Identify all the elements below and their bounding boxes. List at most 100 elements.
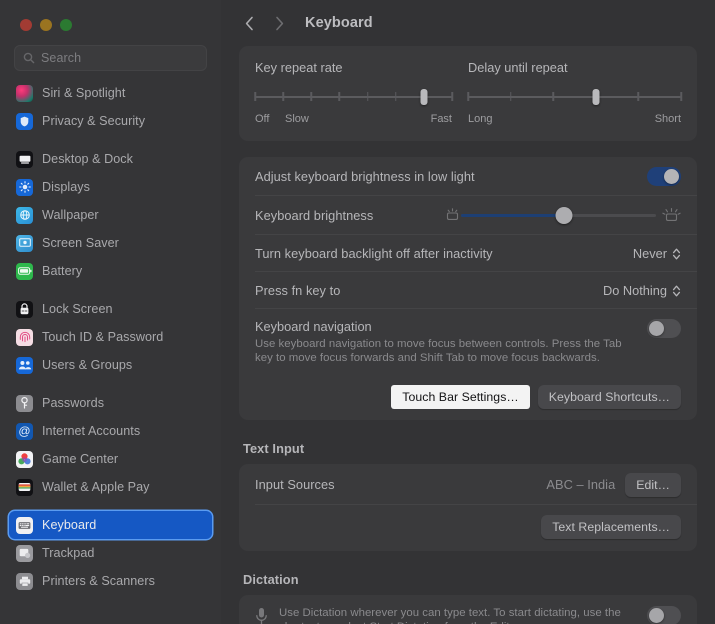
sidebar-item-passwords[interactable]: Passwords xyxy=(9,389,212,417)
row-adjust-brightness: Adjust keyboard brightness in low light xyxy=(239,157,697,196)
sidebar-item-label: Lock Screen xyxy=(42,302,113,316)
chevron-up-down-icon xyxy=(672,248,681,259)
sidebar-item-touch-id-password[interactable]: Touch ID & Password xyxy=(9,323,212,351)
displays-icon xyxy=(16,178,33,196)
passwords-icon xyxy=(16,394,33,412)
sidebar-item-label: Battery xyxy=(42,264,83,278)
chevron-right-icon xyxy=(275,16,283,30)
search-icon xyxy=(23,52,35,64)
sidebar-item-wallpaper[interactable]: Wallpaper xyxy=(9,201,212,229)
sidebar-item-label: Game Center xyxy=(42,452,119,466)
internet-accounts-icon: @ xyxy=(16,422,33,440)
privacy-security-icon xyxy=(16,112,33,130)
slider-tick xyxy=(509,92,512,101)
sidebar-item-privacy-security[interactable]: Privacy & Security xyxy=(9,107,212,135)
slider-knob[interactable] xyxy=(420,89,428,105)
key-repeat-rate-label: Key repeat rate xyxy=(255,60,343,75)
slider-knob[interactable] xyxy=(555,206,573,224)
toggle-knob xyxy=(649,608,664,623)
key-repeat-rate-slider[interactable] xyxy=(254,89,453,105)
sidebar-item-printers-scanners[interactable]: Printers & Scanners xyxy=(9,567,212,595)
row-backlight-off: Turn keyboard backlight off after inacti… xyxy=(239,235,697,272)
sidebar-item-label: Users & Groups xyxy=(42,358,133,372)
row-fn-key: Press fn key to Do Nothing xyxy=(239,272,697,309)
edit-input-sources-button[interactable]: Edit… xyxy=(625,472,681,497)
touch-bar-settings-button[interactable]: Touch Bar Settings… xyxy=(391,385,530,409)
sidebar-item-siri-spotlight[interactable]: Siri & Spotlight xyxy=(9,79,212,107)
keyboard-brightness-label: Keyboard brightness xyxy=(255,208,374,223)
keyboard-options-card: Adjust keyboard brightness in low light … xyxy=(239,157,697,420)
page-title: Keyboard xyxy=(305,15,373,31)
search-input[interactable]: Search xyxy=(14,45,207,71)
sidebar-group: Passwords @ Internet Accounts Game Center Wa… xyxy=(9,389,212,511)
sidebar-item-label: Passwords xyxy=(42,396,105,410)
backlight-off-popup[interactable]: Never xyxy=(633,246,681,261)
forward-button[interactable] xyxy=(266,10,292,36)
sidebar-item-lock-screen[interactable]: Lock Screen xyxy=(9,295,212,323)
sidebar-item-trackpad[interactable]: Trackpad xyxy=(9,539,212,567)
delay-until-repeat-slider[interactable] xyxy=(467,89,682,105)
sidebar-item-label: Trackpad xyxy=(42,546,95,560)
delay-until-repeat-label: Delay until repeat xyxy=(468,60,568,75)
back-button[interactable] xyxy=(236,10,262,36)
sidebar-item-displays[interactable]: Displays xyxy=(9,173,212,201)
sidebar-item-label: Printers & Scanners xyxy=(42,574,155,588)
main-pane: Keyboard Key repeat rate Off Slow Fast D… xyxy=(221,0,715,624)
sidebar-item-label: Keyboard xyxy=(42,518,97,532)
slider-knob[interactable] xyxy=(592,89,600,105)
slider-tick xyxy=(282,92,284,101)
sidebar: Search Siri & Spotlight Privacy & Securit… xyxy=(0,0,221,624)
sidebar-item-label: Internet Accounts xyxy=(42,424,141,438)
sidebar-item-keyboard[interactable]: Keyboard xyxy=(9,511,212,539)
brightness-high-icon xyxy=(662,207,681,221)
keyboard-navigation-label: Keyboard navigation xyxy=(255,319,372,334)
slider-tick xyxy=(637,92,640,101)
sidebar-item-screen-saver[interactable]: Screen Saver xyxy=(9,229,212,257)
sidebar-nav[interactable]: Siri & Spotlight Privacy & Security Deskto… xyxy=(0,79,221,624)
slider-tick xyxy=(451,92,453,101)
dictation-toggle[interactable] xyxy=(647,606,681,624)
toggle-knob xyxy=(664,169,679,184)
printers-scanners-icon xyxy=(16,572,33,590)
battery-icon xyxy=(16,262,33,280)
sidebar-item-internet-accounts[interactable]: @ Internet Accounts xyxy=(9,417,212,445)
slider-track xyxy=(468,96,681,98)
slider-tick xyxy=(680,92,682,101)
sidebar-item-label: Wallpaper xyxy=(42,208,99,222)
keyboard-navigation-toggle[interactable] xyxy=(647,319,681,338)
settings-content: Key repeat rate Off Slow Fast Delay unti… xyxy=(221,46,715,624)
slider-tick xyxy=(338,92,341,101)
keyboard-brightness-slider[interactable] xyxy=(461,206,656,226)
row-keyboard-navigation: Keyboard navigation Use keyboard navigat… xyxy=(239,309,697,376)
caption-long: Long xyxy=(468,113,493,125)
row-keyboard-brightness: Keyboard brightness xyxy=(239,196,697,235)
input-sources-label: Input Sources xyxy=(255,477,335,492)
microphone-icon xyxy=(256,608,267,624)
sidebar-item-label: Screen Saver xyxy=(42,236,119,250)
sidebar-item-game-center[interactable]: Game Center xyxy=(9,445,212,473)
adjust-brightness-toggle[interactable] xyxy=(647,167,681,186)
sidebar-item-label: Touch ID & Password xyxy=(42,330,164,344)
row-dictation: Use Dictation wherever you can type text… xyxy=(239,595,697,624)
minimize-button[interactable] xyxy=(40,19,52,31)
sidebar-item-battery[interactable]: Battery xyxy=(9,257,212,285)
key-repeat-rate-captions: Off Slow Fast xyxy=(255,113,452,129)
fn-key-popup[interactable]: Do Nothing xyxy=(603,283,681,298)
dictation-card: Use Dictation wherever you can type text… xyxy=(239,595,697,624)
sidebar-group: Siri & Spotlight Privacy & Security xyxy=(9,79,212,145)
desktop-dock-icon xyxy=(16,150,33,168)
sidebar-item-desktop-dock[interactable]: Desktop & Dock xyxy=(9,145,212,173)
sidebar-item-users-groups[interactable]: Users & Groups xyxy=(9,351,212,379)
sidebar-item-label: Privacy & Security xyxy=(42,114,146,128)
search-placeholder: Search xyxy=(41,51,82,65)
text-replacements-row: Text Replacements… xyxy=(239,505,697,551)
text-replacements-button[interactable]: Text Replacements… xyxy=(541,515,681,539)
keyboard-shortcuts-button[interactable]: Keyboard Shortcuts… xyxy=(537,385,681,409)
sidebar-item-label: Siri & Spotlight xyxy=(42,86,126,100)
sidebar-item-wallet-apple-pay[interactable]: Wallet & Apple Pay xyxy=(9,473,212,501)
close-button[interactable] xyxy=(20,19,32,31)
sidebar-group: Keyboard Trackpad Printers & Scanners xyxy=(9,511,212,605)
slider-tick xyxy=(366,92,369,101)
zoom-button[interactable] xyxy=(60,19,72,31)
sidebar-item-label: Desktop & Dock xyxy=(42,152,133,166)
